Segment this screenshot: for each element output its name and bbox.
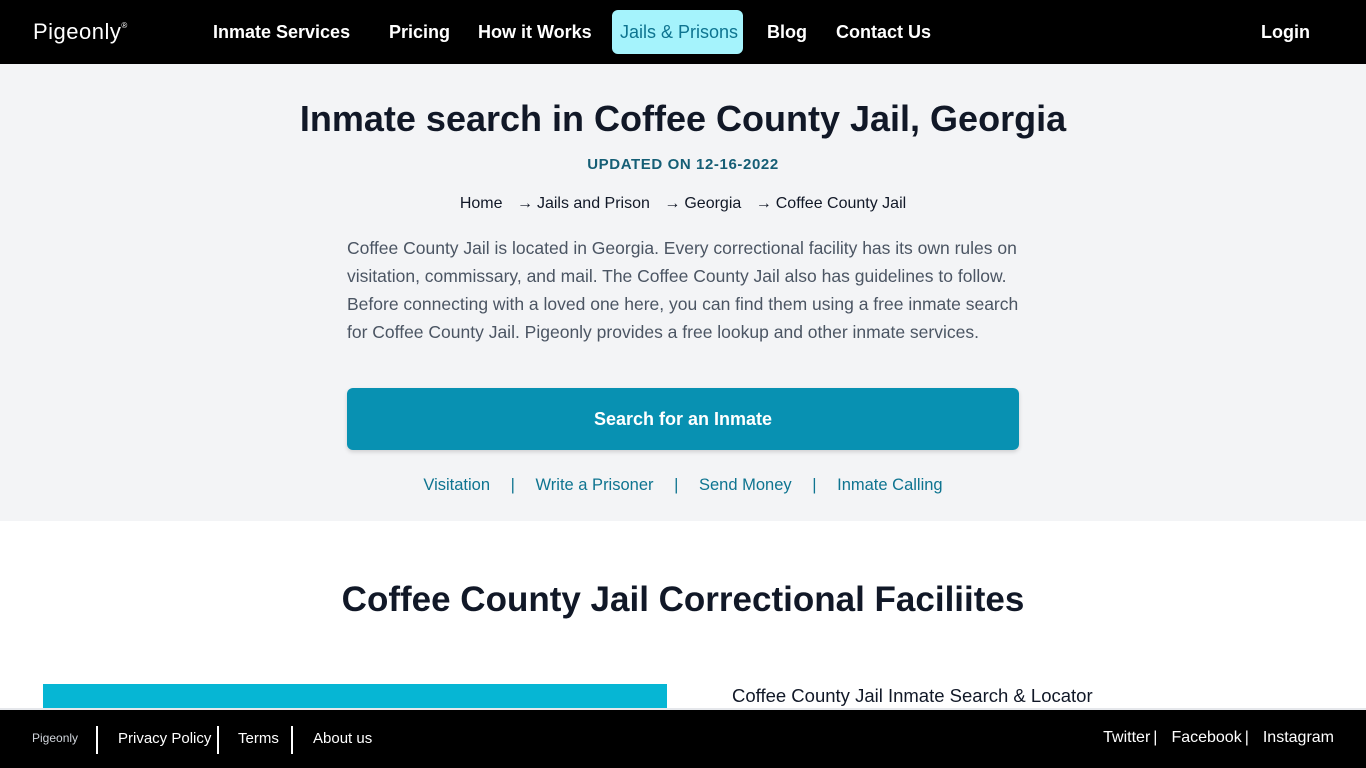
facebook-link[interactable]: Facebook — [1171, 729, 1241, 746]
footer-logo[interactable]: Pigeonly — [32, 731, 78, 745]
footer-divider — [96, 726, 98, 754]
facility-card-header — [43, 684, 667, 708]
breadcrumb-jails-and-prison[interactable]: Jails and Prison — [537, 195, 650, 212]
facilities-title: Coffee County Jail Correctional Faciliit… — [341, 580, 1025, 619]
hero-section: Inmate search in Coffee County Jail, Geo… — [0, 64, 1366, 521]
nav-jails-prisons[interactable]: Jails & Prisons — [612, 10, 743, 54]
social-separator: | — [1153, 729, 1158, 746]
footer-about-us[interactable]: About us — [313, 730, 372, 747]
breadcrumb-arrow-icon: → — [516, 195, 533, 212]
facility-search-locator-link[interactable]: Coffee County Jail Inmate Search & Locat… — [732, 685, 1093, 707]
nav-inmate-services[interactable]: Inmate Services — [205, 10, 358, 54]
page-title: Inmate search in Coffee County Jail, Geo… — [299, 98, 1067, 139]
link-send-money[interactable]: Send Money — [699, 476, 792, 494]
nav-how-it-works[interactable]: How it Works — [470, 10, 600, 54]
footer-terms[interactable]: Terms — [238, 730, 279, 747]
breadcrumb-home[interactable]: Home — [460, 195, 503, 212]
breadcrumb-arrow-icon: → — [755, 195, 772, 212]
top-navigation: Pigeonly® Inmate Services Pricing How it… — [0, 0, 1366, 64]
logo-text: Pigeonly — [33, 19, 122, 44]
quick-links: Visitation | Write a Prisoner | Send Mon… — [0, 476, 1366, 495]
breadcrumb-georgia[interactable]: Georgia — [684, 195, 741, 212]
nav-pricing[interactable]: Pricing — [381, 10, 458, 54]
facility-description: Coffee County Jail is located in Georgia… — [347, 238, 1019, 342]
link-separator: | — [674, 476, 679, 494]
breadcrumb-coffee-county-jail[interactable]: Coffee County Jail — [776, 195, 906, 212]
link-separator: | — [510, 476, 515, 494]
search-inmate-button[interactable]: Search for an Inmate — [347, 388, 1019, 450]
footer-divider — [291, 726, 293, 754]
login-link[interactable]: Login — [1261, 10, 1310, 54]
link-inmate-calling[interactable]: Inmate Calling — [837, 476, 942, 494]
link-visitation[interactable]: Visitation — [423, 476, 490, 494]
social-links: Twitter | Facebook | Instagram — [1103, 729, 1334, 747]
twitter-link[interactable]: Twitter — [1103, 729, 1150, 746]
footer-privacy-policy[interactable]: Privacy Policy — [118, 730, 211, 747]
instagram-link[interactable]: Instagram — [1263, 729, 1334, 746]
breadcrumb-arrow-icon: → — [664, 195, 681, 212]
logo-registered-mark: ® — [121, 21, 128, 30]
breadcrumb: Home → Jails and Prison → Georgia → Coffee … — [0, 195, 1366, 213]
link-write-a-prisoner[interactable]: Write a Prisoner — [536, 476, 654, 494]
social-separator: | — [1244, 729, 1249, 746]
footer-divider — [217, 726, 219, 754]
footer: Pigeonly Privacy Policy Terms About us T… — [0, 708, 1366, 768]
pigeonly-logo[interactable]: Pigeonly® — [33, 19, 128, 45]
nav-contact-us[interactable]: Contact Us — [828, 10, 939, 54]
updated-date: UPDATED ON 12-16-2022 — [587, 156, 779, 173]
nav-blog[interactable]: Blog — [759, 10, 815, 54]
link-separator: | — [812, 476, 817, 494]
